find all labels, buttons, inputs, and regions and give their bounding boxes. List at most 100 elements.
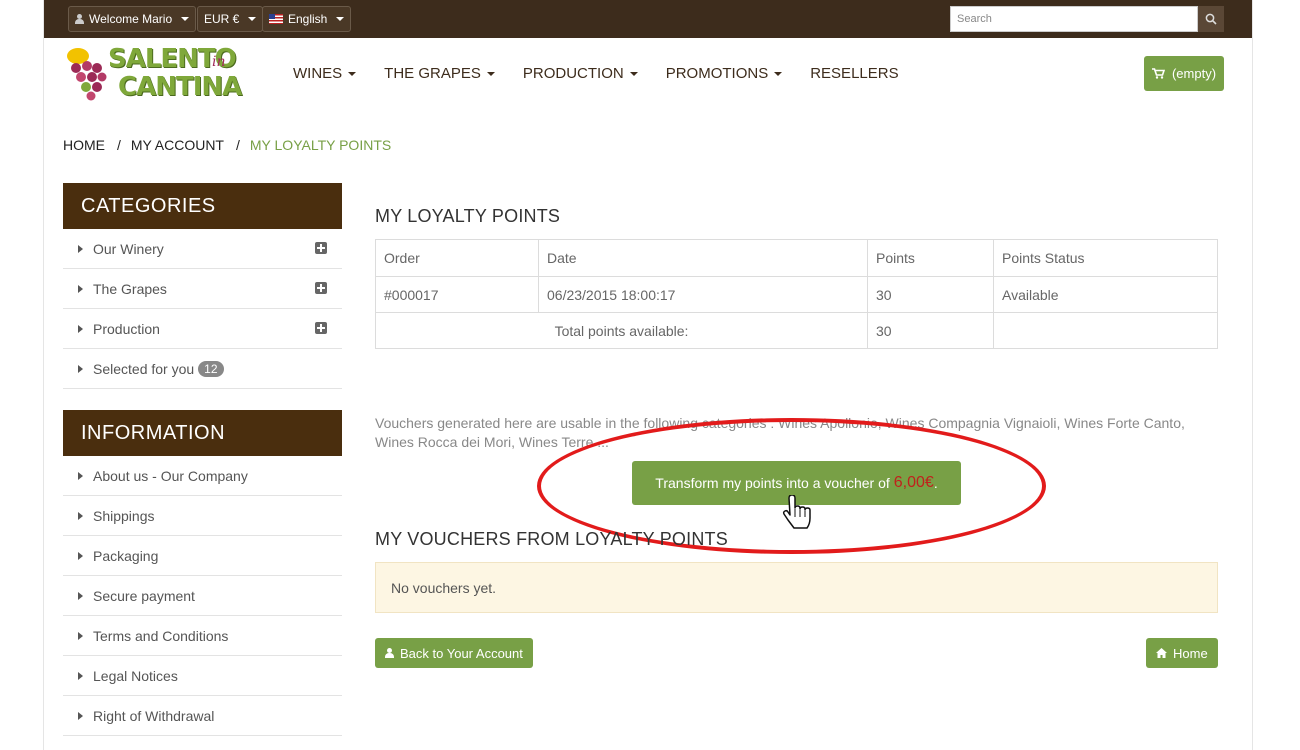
expand-plus-icon[interactable] xyxy=(315,322,327,334)
welcome-text: Welcome Mario xyxy=(89,12,173,26)
info-link-withdrawal[interactable]: Right of Withdrawal xyxy=(63,696,342,736)
categories-title: CATEGORIES xyxy=(63,183,342,229)
expand-plus-icon[interactable] xyxy=(315,282,327,294)
home-icon xyxy=(1156,648,1167,658)
caret-right-icon xyxy=(78,551,83,560)
breadcrumb-separator: / xyxy=(117,137,121,153)
category-label: Selected for you xyxy=(93,360,195,377)
chevron-down-icon xyxy=(629,71,638,76)
table-row: #000017 06/23/2015 18:00:17 30 Available xyxy=(375,276,1218,313)
chevron-down-icon xyxy=(348,71,357,76)
category-selected-for-you[interactable]: Selected for you 12 xyxy=(63,349,342,389)
search-input[interactable]: Search xyxy=(950,6,1198,32)
no-vouchers-alert: No vouchers yet. xyxy=(375,562,1218,613)
transform-label: Transform my points into a voucher of xyxy=(655,475,890,491)
nav-label: THE GRAPES xyxy=(384,65,481,82)
column-header: Order xyxy=(375,239,539,277)
empty-cell xyxy=(993,312,1218,349)
us-flag-icon xyxy=(269,14,283,24)
nav-resellers[interactable]: RESELLERS xyxy=(810,65,898,82)
site-logo[interactable]: SALENTO in CANTINA xyxy=(66,44,246,104)
page: Welcome Mario EUR € English Search SALEN… xyxy=(0,0,1300,750)
info-label: Shippings xyxy=(93,507,155,524)
language-text: English xyxy=(288,12,328,26)
home-label: Home xyxy=(1173,645,1208,661)
info-label: Secure payment xyxy=(93,587,195,604)
date-cell: 06/23/2015 18:00:17 xyxy=(538,276,868,313)
information-title: INFORMATION xyxy=(63,410,342,456)
nav-label: WINES xyxy=(293,65,343,82)
chevron-down-icon xyxy=(248,17,257,21)
nav-label: PROMOTIONS xyxy=(665,65,769,82)
caret-right-icon xyxy=(78,324,83,333)
caret-right-icon xyxy=(78,591,83,600)
back-to-account-button[interactable]: Back to Your Account xyxy=(375,638,533,668)
column-header: Date xyxy=(538,239,868,277)
caret-right-icon xyxy=(78,471,83,480)
categories-block: CATEGORIES Our Winery The Grapes Product… xyxy=(63,183,342,389)
user-dropdown[interactable]: Welcome Mario xyxy=(68,6,197,32)
order-cell: #000017 xyxy=(375,276,539,313)
caret-right-icon xyxy=(78,244,83,253)
total-points: 30 xyxy=(867,312,994,349)
cart-icon xyxy=(1151,68,1165,79)
home-button[interactable]: Home xyxy=(1146,638,1218,668)
logo-in-text: in xyxy=(212,54,226,70)
category-production[interactable]: Production xyxy=(63,309,342,349)
logo-text: CANTINA xyxy=(118,72,242,102)
info-link-about[interactable]: About us - Our Company xyxy=(63,456,342,496)
info-link-shippings[interactable]: Shippings xyxy=(63,496,342,536)
expand-plus-icon[interactable] xyxy=(315,242,327,254)
caret-right-icon xyxy=(78,364,83,373)
voucher-categories-note: Vouchers generated here are usable in th… xyxy=(375,415,1185,450)
language-dropdown[interactable]: English xyxy=(262,6,352,32)
nav-production[interactable]: PRODUCTION xyxy=(523,65,638,82)
cart-label: (empty) xyxy=(1171,66,1217,81)
points-cell: 30 xyxy=(867,276,994,313)
chevron-down-icon xyxy=(181,17,190,21)
chevron-down-icon xyxy=(486,71,495,76)
user-icon xyxy=(385,648,394,658)
info-link-terms[interactable]: Terms and Conditions xyxy=(63,616,342,656)
cart-button[interactable]: (empty) xyxy=(1144,56,1224,91)
breadcrumb: HOME / MY ACCOUNT / MY LOYALTY POINTS xyxy=(63,137,391,153)
hand-pointer-cursor-icon xyxy=(782,495,811,529)
caret-right-icon xyxy=(78,631,83,640)
info-label: Right of Withdrawal xyxy=(93,707,215,724)
info-link-packaging[interactable]: Packaging xyxy=(63,536,342,576)
info-label: Legal Notices xyxy=(93,667,178,684)
caret-right-icon xyxy=(78,511,83,520)
page-border-right xyxy=(1252,0,1253,750)
breadcrumb-account[interactable]: MY ACCOUNT xyxy=(131,137,224,153)
chevron-down-icon xyxy=(774,71,783,76)
search-button[interactable] xyxy=(1198,6,1224,32)
information-block: INFORMATION About us - Our Company Shipp… xyxy=(63,410,342,736)
search-icon xyxy=(1205,13,1217,25)
category-label: The Grapes xyxy=(93,280,167,297)
category-label: Production xyxy=(93,320,160,337)
nav-wines[interactable]: WINES xyxy=(293,65,357,82)
breadcrumb-home[interactable]: HOME xyxy=(63,137,105,153)
user-icon xyxy=(75,14,84,24)
info-link-secure-payment[interactable]: Secure payment xyxy=(63,576,342,616)
status-cell: Available xyxy=(993,276,1218,313)
info-link-legal[interactable]: Legal Notices xyxy=(63,656,342,696)
info-label: Packaging xyxy=(93,547,159,564)
breadcrumb-current: MY LOYALTY POINTS xyxy=(249,137,392,153)
info-label: Terms and Conditions xyxy=(93,627,229,644)
chevron-down-icon xyxy=(336,17,345,21)
nav-promotions[interactable]: PROMOTIONS xyxy=(666,65,783,82)
caret-right-icon xyxy=(78,711,83,720)
nav-label: RESELLERS xyxy=(810,65,899,82)
caret-right-icon xyxy=(78,284,83,293)
caret-right-icon xyxy=(78,671,83,680)
category-our-winery[interactable]: Our Winery xyxy=(63,229,342,269)
currency-dropdown[interactable]: EUR € xyxy=(197,6,264,32)
nav-the-grapes[interactable]: THE GRAPES xyxy=(384,65,495,82)
transform-suffix: . xyxy=(933,475,938,491)
table-total-row: Total points available: 30 xyxy=(375,312,1218,349)
table-header-row: Order Date Points Points Status xyxy=(375,239,1218,277)
column-header: Points xyxy=(867,239,994,277)
category-the-grapes[interactable]: The Grapes xyxy=(63,269,342,309)
voucher-amount: 6,00€ xyxy=(893,474,934,491)
